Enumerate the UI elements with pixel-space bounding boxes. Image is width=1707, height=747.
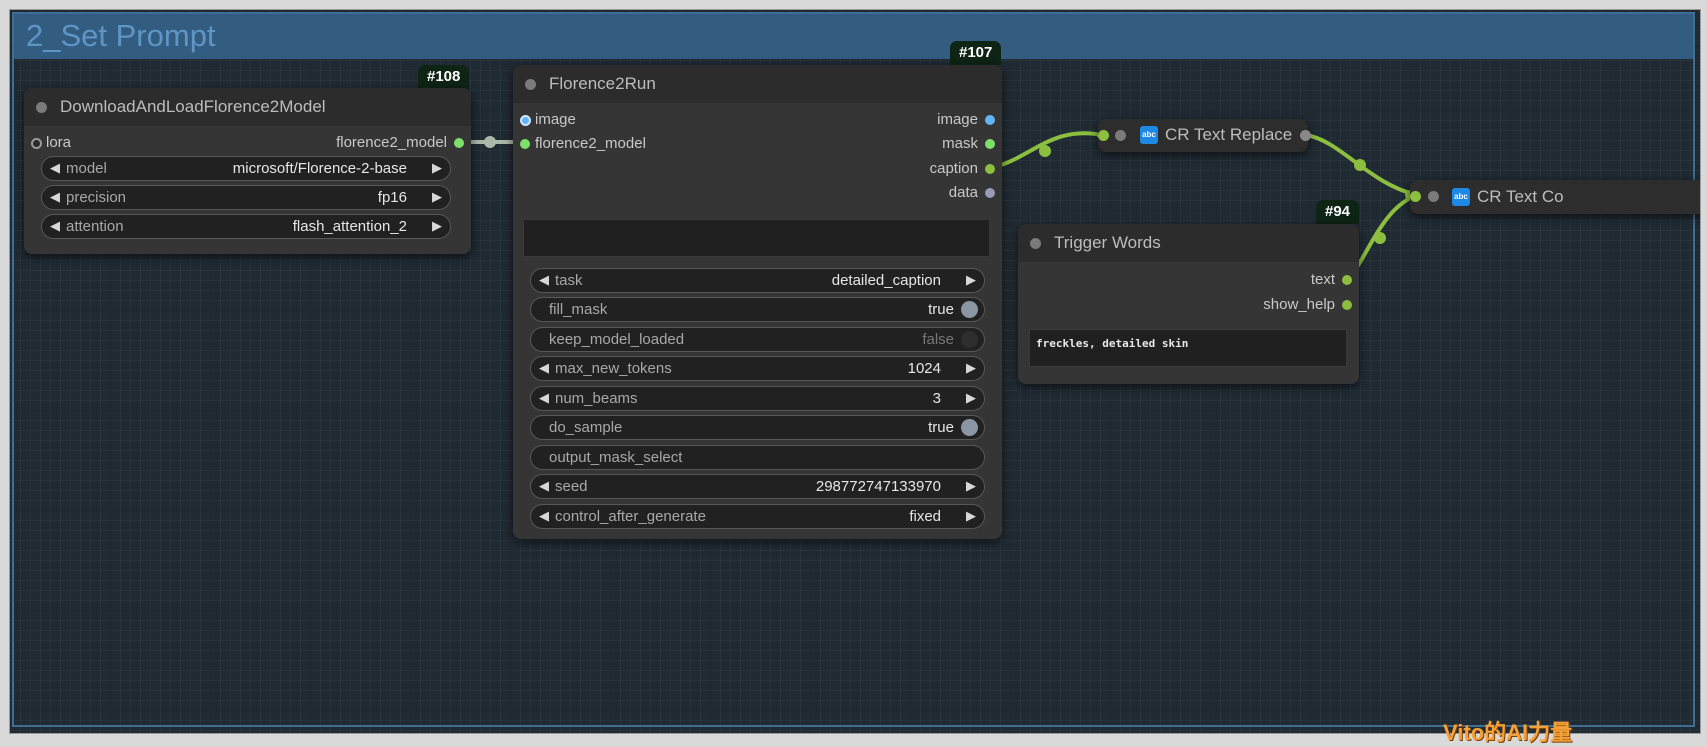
node-florence2-run[interactable]: Florence2Run image florence2_model image… <box>513 65 1002 539</box>
arrow-right-icon[interactable]: ▶ <box>432 189 442 205</box>
node-title-bar[interactable]: DownloadAndLoadFlorence2Model <box>24 88 471 126</box>
input-slot-dot-icon[interactable] <box>1410 191 1421 202</box>
arrow-right-icon[interactable]: ▶ <box>966 390 976 406</box>
output-slot-show-help[interactable]: show_help <box>1232 296 1352 314</box>
toggle-widget-fill-mask[interactable]: fill_mask true <box>530 297 985 322</box>
input-slot-lora[interactable]: lora <box>31 134 151 152</box>
slot-dot-icon <box>520 115 531 126</box>
output-slot-data[interactable]: data <box>875 184 995 202</box>
text-node-icon: abc <box>1140 126 1158 144</box>
slot-dot-icon <box>454 138 464 148</box>
link-midpoint-text <box>1374 232 1386 244</box>
trigger-words-text: freckles, detailed skin <box>1036 337 1189 350</box>
node-download-load-florence2-model[interactable]: DownloadAndLoadFlorence2Model lora flore… <box>24 88 471 254</box>
input-slot-image[interactable]: image <box>520 111 670 129</box>
arrow-left-icon[interactable]: ◀ <box>539 478 549 494</box>
text-prompt-box[interactable] <box>523 219 990 257</box>
output-slot-florence2-model[interactable]: florence2_model <box>264 134 464 152</box>
output-slot-mask[interactable]: mask <box>875 135 995 153</box>
number-widget-seed[interactable]: ◀ seed 298772747133970 ▶ <box>530 474 985 499</box>
watermark: Vito的AI力量 <box>1443 720 1573 745</box>
arrow-right-icon[interactable]: ▶ <box>432 218 442 234</box>
arrow-left-icon[interactable]: ◀ <box>539 360 549 376</box>
text-widget-output-mask-select[interactable]: output_mask_select <box>530 445 985 470</box>
node-title: CR Text Co <box>1477 187 1564 206</box>
combo-widget-model[interactable]: ◀ model microsoft/Florence-2-base ▶ <box>41 156 451 181</box>
toggle-widget-do-sample[interactable]: do_sample true <box>530 415 985 440</box>
output-slot-image[interactable]: image <box>875 111 995 129</box>
collapse-dot-icon[interactable] <box>1030 238 1041 249</box>
node-cr-text-replace[interactable]: abc CR Text Replace <box>1098 119 1311 152</box>
collapse-dot-icon[interactable] <box>1115 130 1126 141</box>
toggle-on-icon[interactable] <box>961 419 978 436</box>
arrow-right-icon[interactable]: ▶ <box>966 478 976 494</box>
collapse-dot-icon[interactable] <box>36 102 47 113</box>
arrow-left-icon[interactable]: ◀ <box>50 189 60 205</box>
node-title: DownloadAndLoadFlorence2Model <box>60 97 326 116</box>
node-id-badge-108: #108 <box>418 65 470 89</box>
arrow-left-icon[interactable]: ◀ <box>50 160 60 176</box>
link-midpoint-caption <box>1039 145 1051 157</box>
node-trigger-words[interactable]: Trigger Words text show_help freckles, d… <box>1018 224 1359 384</box>
slot-dot-icon <box>31 138 42 149</box>
slot-dot-icon <box>985 188 995 198</box>
arrow-right-icon[interactable]: ▶ <box>966 272 976 288</box>
node-title: Trigger Words <box>1054 233 1161 252</box>
combo-widget-control-after-generate[interactable]: ◀ control_after_generate fixed ▶ <box>530 504 985 529</box>
slot-dot-icon <box>985 164 995 174</box>
text-node-icon: abc <box>1452 188 1470 206</box>
node-id-badge-107: #107 <box>950 41 1002 65</box>
link-midpoint-model <box>484 136 496 148</box>
arrow-left-icon[interactable]: ◀ <box>539 390 549 406</box>
toggle-widget-keep-model-loaded[interactable]: keep_model_loaded false <box>530 327 985 352</box>
toggle-on-icon[interactable] <box>961 301 978 318</box>
node-title-bar[interactable]: Trigger Words <box>1018 224 1359 262</box>
number-widget-num-beams[interactable]: ◀ num_beams 3 ▶ <box>530 386 985 411</box>
arrow-right-icon[interactable]: ▶ <box>966 508 976 524</box>
trigger-words-textarea[interactable]: freckles, detailed skin <box>1029 329 1347 367</box>
combo-widget-precision[interactable]: ◀ precision fp16 ▶ <box>41 185 451 210</box>
arrow-left-icon[interactable]: ◀ <box>539 508 549 524</box>
node-title-bar[interactable]: Florence2Run <box>513 65 1002 103</box>
output-slot-text[interactable]: text <box>1232 271 1352 289</box>
slot-dot-icon <box>985 139 995 149</box>
link-midpoint-replace <box>1354 159 1366 171</box>
node-title: Florence2Run <box>549 74 656 93</box>
slot-dot-icon <box>985 115 995 125</box>
slot-dot-icon <box>1342 275 1352 285</box>
input-slot-dot-icon[interactable] <box>1098 130 1109 141</box>
node-cr-text-concatenate[interactable]: abc CR Text Co <box>1410 180 1700 214</box>
node-id-badge-94: #94 <box>1316 200 1360 224</box>
slot-dot-icon <box>520 139 530 149</box>
number-widget-max-new-tokens[interactable]: ◀ max_new_tokens 1024 ▶ <box>530 356 985 381</box>
arrow-right-icon[interactable]: ▶ <box>432 160 442 176</box>
arrow-left-icon[interactable]: ◀ <box>50 218 60 234</box>
workflow-canvas[interactable]: 2_Set Prompt #108 DownloadAndLoadFlorenc… <box>9 9 1701 734</box>
toggle-off-icon[interactable] <box>961 331 978 348</box>
combo-widget-task[interactable]: ◀ task detailed_caption ▶ <box>530 268 985 293</box>
combo-widget-attention[interactable]: ◀ attention flash_attention_2 ▶ <box>41 214 451 239</box>
slot-dot-icon <box>1342 300 1352 310</box>
arrow-left-icon[interactable]: ◀ <box>539 272 549 288</box>
collapse-dot-icon[interactable] <box>1428 191 1439 202</box>
node-title: CR Text Replace <box>1165 125 1293 144</box>
collapse-dot-icon[interactable] <box>525 79 536 90</box>
output-slot-dot-icon[interactable] <box>1300 130 1311 141</box>
input-slot-florence2-model[interactable]: florence2_model <box>520 135 700 153</box>
arrow-right-icon[interactable]: ▶ <box>966 360 976 376</box>
output-slot-caption[interactable]: caption <box>875 160 995 178</box>
